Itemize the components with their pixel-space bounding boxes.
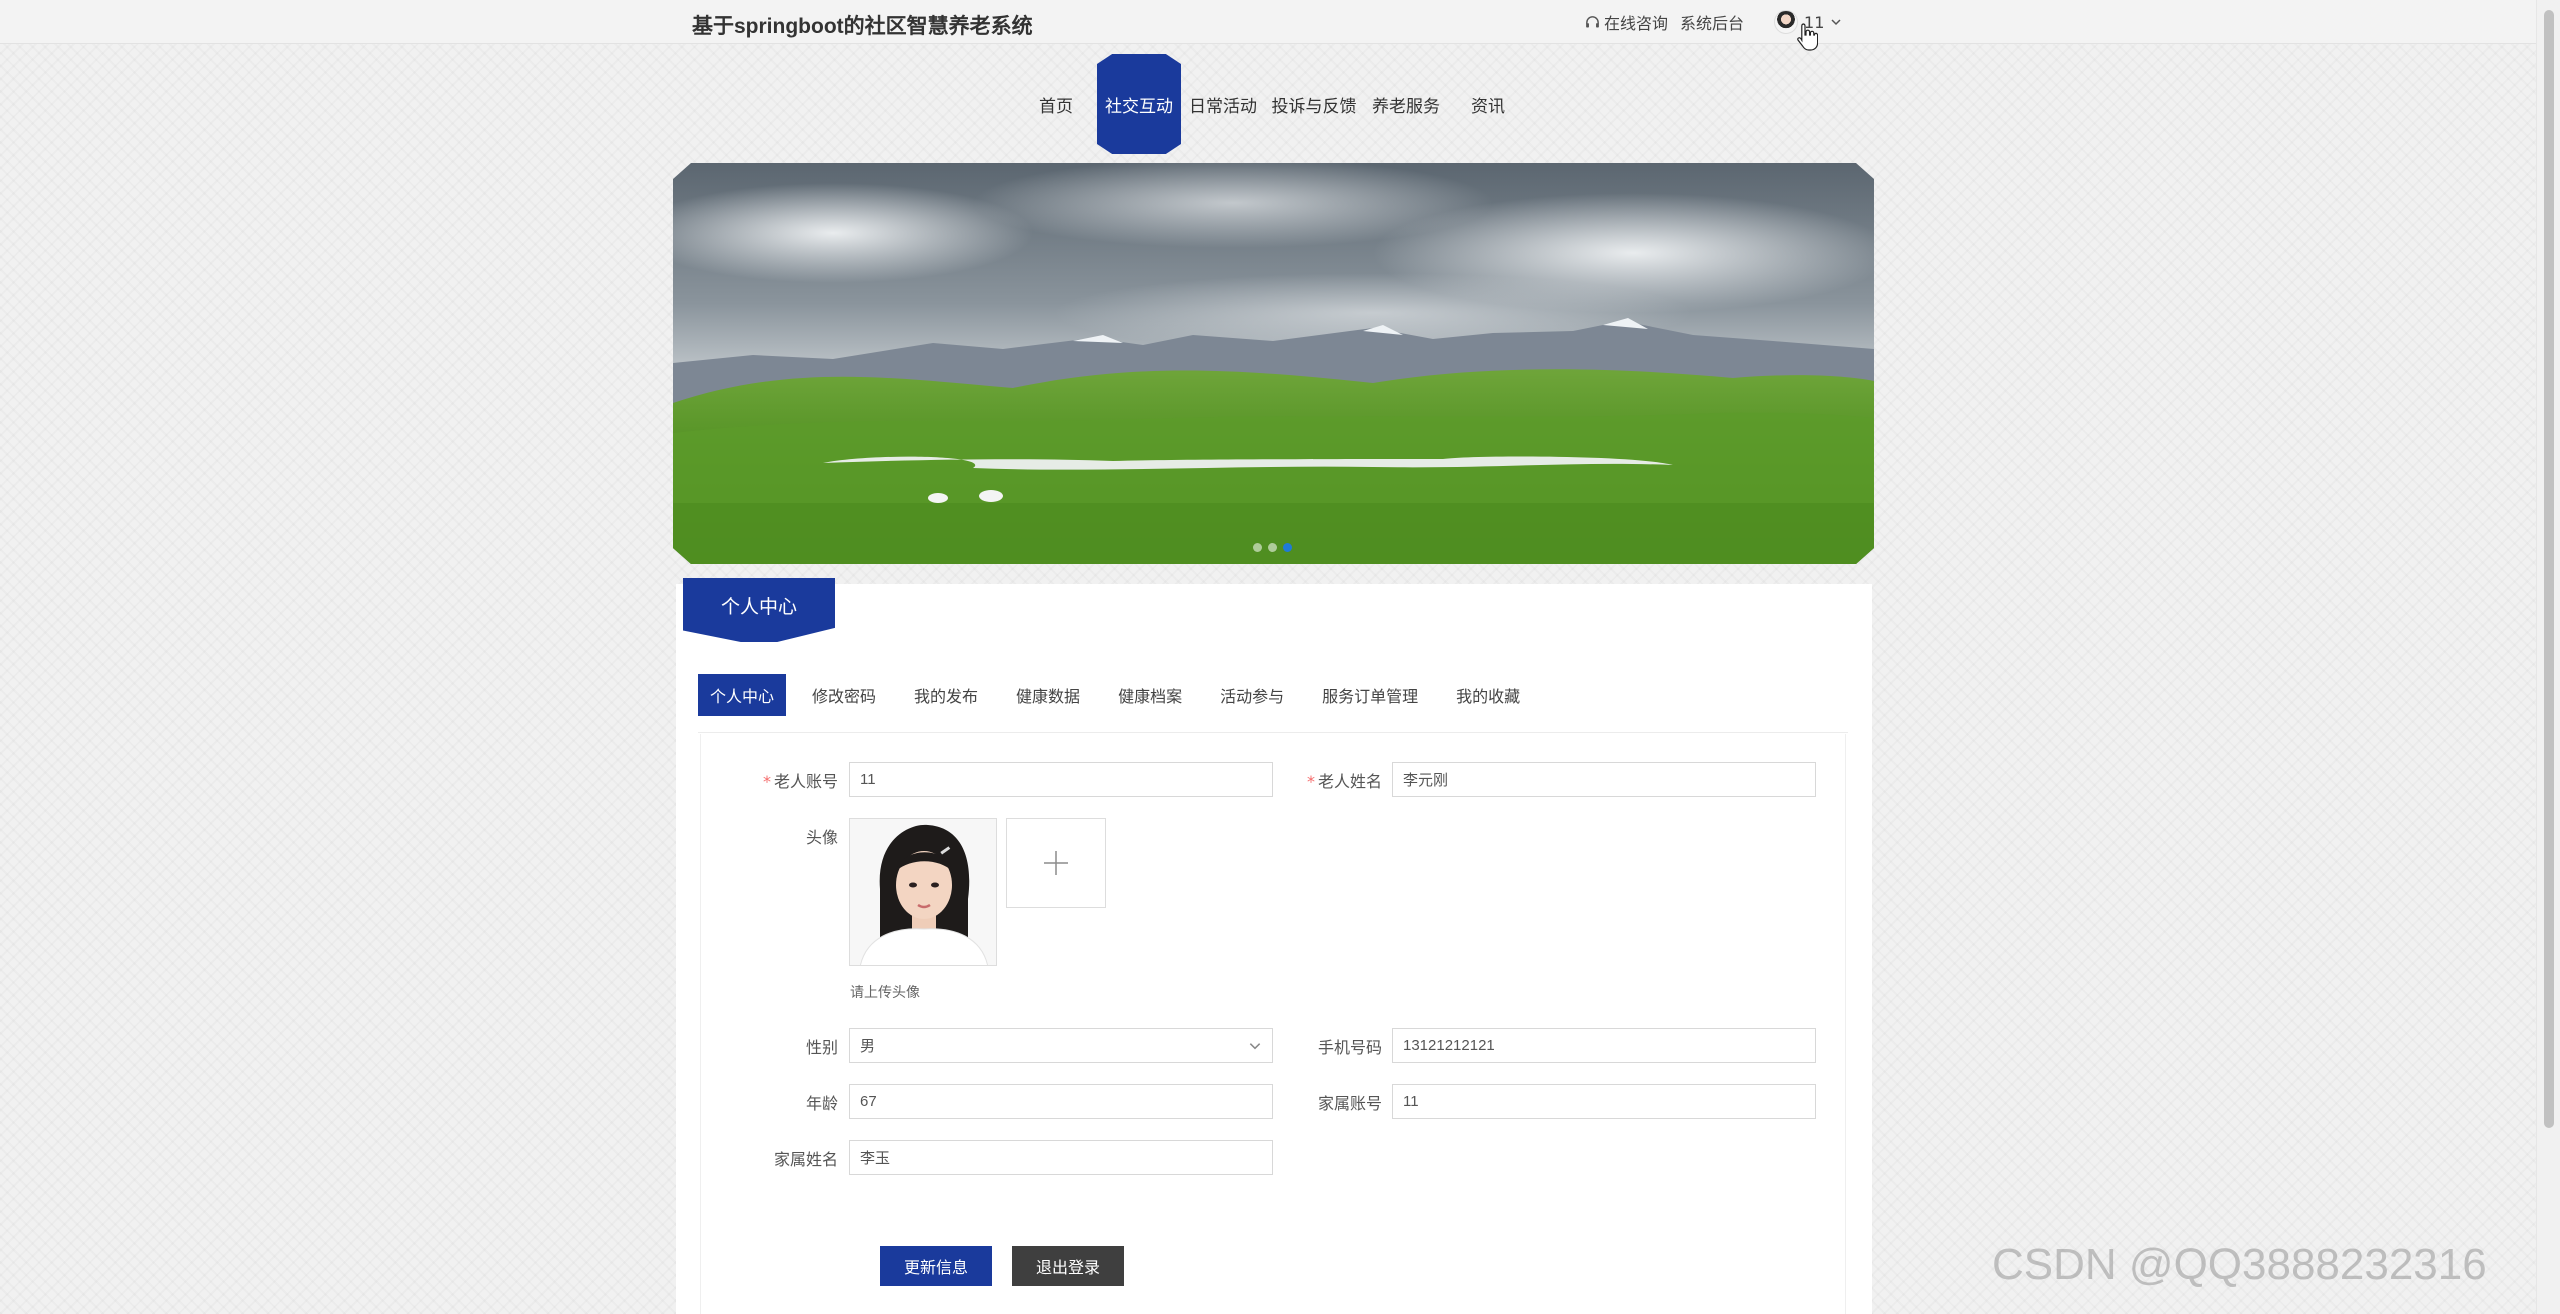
- hand-cursor-icon: [1797, 23, 1818, 51]
- elder-account-field[interactable]: 11: [849, 762, 1273, 797]
- panel-title: 个人中心: [683, 578, 835, 642]
- tab-activity-participation[interactable]: 活动参与: [1208, 674, 1296, 716]
- site-title: 基于springboot的社区智慧养老系统: [692, 15, 1033, 38]
- headset-icon: [1586, 15, 1599, 27]
- chevron-down-icon: [1831, 19, 1841, 26]
- elder-name-field[interactable]: 李元刚: [1392, 762, 1816, 797]
- banner-landscape-image: [673, 163, 1874, 564]
- consult-label: 在线咨询: [1604, 14, 1669, 33]
- watermark: CSDN @QQ3888232316: [1992, 1240, 2487, 1289]
- avatar-photo[interactable]: [849, 818, 997, 966]
- tab-change-password[interactable]: 修改密码: [800, 674, 888, 716]
- tab-my-posts[interactable]: 我的发布: [902, 674, 990, 716]
- tab-service-orders[interactable]: 服务订单管理: [1310, 674, 1430, 716]
- backend-link[interactable]: 系统后台: [1680, 10, 1744, 34]
- logout-button[interactable]: 退出登录: [1012, 1246, 1124, 1286]
- tab-profile[interactable]: 个人中心: [698, 674, 787, 716]
- gender-label: 性别: [805, 1038, 838, 1057]
- family-name-label: 家属姓名: [773, 1150, 838, 1169]
- avatar-label: 头像: [805, 828, 838, 847]
- nav-item-complaint[interactable]: 投诉与反馈: [1265, 54, 1363, 154]
- tab-health-data[interactable]: 健康数据: [1004, 674, 1092, 716]
- family-account-field[interactable]: 11: [1392, 1084, 1816, 1119]
- nav-item-home[interactable]: 首页: [1014, 54, 1098, 154]
- avatar: [1774, 10, 1799, 34]
- avatar-upload-tip: 请上传头像: [850, 985, 920, 1001]
- update-info-button[interactable]: 更新信息: [880, 1246, 992, 1286]
- carousel-indicators: [1253, 543, 1292, 552]
- online-consult-link[interactable]: 在线咨询: [1584, 10, 1668, 34]
- page-scrollbar[interactable]: [2536, 0, 2560, 1314]
- top-bar: 基于springboot的社区智慧养老系统 在线咨询 系统后台 11: [0, 0, 2536, 44]
- age-field[interactable]: 67: [849, 1084, 1273, 1119]
- carousel-dot[interactable]: [1253, 543, 1262, 552]
- nav-item-daily-activity[interactable]: 日常活动: [1181, 54, 1265, 154]
- profile-tabs: 个人中心 修改密码 我的发布 健康数据 健康档案 活动参与 服务订单管理 我的收…: [698, 674, 1546, 716]
- avatar-upload-button[interactable]: [1006, 818, 1106, 908]
- age-label: 年龄: [805, 1094, 838, 1113]
- main-nav: 首页 社交互动 日常活动 投诉与反馈 养老服务 资讯: [0, 54, 2536, 154]
- account-label: * 老人账号: [762, 772, 838, 791]
- family-name-field[interactable]: 李玉: [849, 1140, 1273, 1175]
- carousel-dot[interactable]: [1268, 543, 1277, 552]
- family-account-label: 家属账号: [1317, 1094, 1382, 1113]
- carousel-dot-active[interactable]: [1283, 543, 1292, 552]
- tab-my-favorites[interactable]: 我的收藏: [1444, 674, 1532, 716]
- portrait-image: [850, 819, 996, 965]
- plus-icon: [1044, 851, 1068, 875]
- chevron-down-icon: [1249, 1042, 1261, 1049]
- name-label: * 老人姓名: [1306, 772, 1382, 791]
- tab-health-records[interactable]: 健康档案: [1106, 674, 1194, 716]
- tabs-divider: [698, 732, 1848, 733]
- nav-item-elderly-service[interactable]: 养老服务: [1364, 54, 1448, 154]
- nav-item-social[interactable]: 社交互动: [1097, 54, 1181, 154]
- gender-select[interactable]: 男: [849, 1028, 1273, 1063]
- gender-value: 男: [860, 1038, 876, 1055]
- scrollbar-thumb[interactable]: [2544, 10, 2554, 1128]
- nav-item-news[interactable]: 资讯: [1446, 54, 1530, 154]
- phone-field[interactable]: 13121212121: [1392, 1028, 1816, 1063]
- phone-label: 手机号码: [1317, 1038, 1382, 1057]
- banner-carousel[interactable]: [673, 163, 1874, 564]
